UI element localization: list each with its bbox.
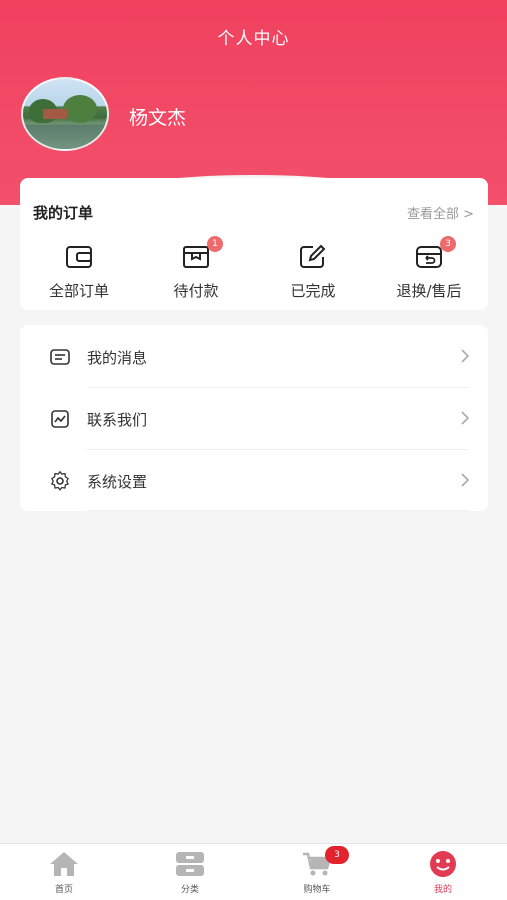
order-all-button[interactable]: 全部订单: [24, 244, 134, 301]
tab-category[interactable]: 分类: [150, 850, 230, 895]
return-box-icon: 3: [414, 236, 456, 270]
avatar[interactable]: [21, 77, 109, 151]
order-pending-button[interactable]: 1 待付款: [141, 236, 251, 301]
category-icon: [174, 850, 206, 878]
menu-label-messages: 我的消息: [87, 349, 148, 367]
order-completed-label: 已完成: [290, 282, 336, 300]
bottom-tab-bar: 首页 分类 3 购物车 我的: [0, 843, 507, 900]
profile-header: 个人中心 杨文杰: [0, 0, 507, 205]
tab-mine-label: 我的: [433, 885, 452, 895]
chevron-right-icon: [458, 470, 472, 490]
tab-mine[interactable]: 我的: [403, 850, 483, 895]
pending-badge: 1: [207, 236, 223, 252]
tab-home[interactable]: 首页: [24, 850, 104, 895]
message-icon: [49, 346, 71, 368]
orders-card: 我的订单 查看全部 > 全部订单 1 待付款 已完成 3 退换/售后: [20, 178, 488, 310]
tab-cart[interactable]: 3 购物车: [277, 846, 357, 895]
orders-title: 我的订单: [33, 204, 94, 222]
tab-home-label: 首页: [54, 885, 73, 895]
edit-icon: [298, 244, 328, 270]
divider: [87, 510, 468, 511]
smiley-icon: [427, 850, 459, 878]
cart-badge: 3: [325, 846, 349, 864]
page-title: 个人中心: [217, 29, 290, 49]
order-after-sales-label: 退换/售后: [396, 282, 462, 300]
menu-label-settings: 系统设置: [87, 473, 148, 491]
order-after-sales-button[interactable]: 3 退换/售后: [374, 236, 484, 301]
order-pending-label: 待付款: [173, 282, 219, 300]
package-icon: 1: [181, 236, 223, 270]
tab-cart-label: 购物车: [303, 885, 331, 895]
order-completed-button[interactable]: 已完成: [258, 244, 368, 301]
menu-item-messages[interactable]: 我的消息: [20, 326, 488, 388]
menu-item-contact[interactable]: 联系我们: [20, 388, 488, 450]
menu-card: 我的消息 联系我们 系统设置: [20, 325, 488, 511]
cart-icon: 3: [301, 846, 349, 878]
menu-label-contact: 联系我们: [87, 411, 148, 429]
after-sales-badge: 3: [440, 236, 456, 252]
tab-category-label: 分类: [180, 885, 199, 895]
username: 杨文杰: [129, 107, 187, 129]
home-icon: [48, 850, 80, 878]
chevron-right-icon: [458, 408, 472, 428]
view-all-orders-link[interactable]: 查看全部 >: [407, 203, 474, 222]
contact-icon: [49, 408, 71, 430]
menu-item-settings[interactable]: 系统设置: [20, 450, 488, 512]
chevron-right-icon: [458, 346, 472, 366]
gear-icon: [49, 470, 71, 492]
wallet-icon: [64, 244, 94, 270]
order-all-label: 全部订单: [48, 282, 109, 300]
